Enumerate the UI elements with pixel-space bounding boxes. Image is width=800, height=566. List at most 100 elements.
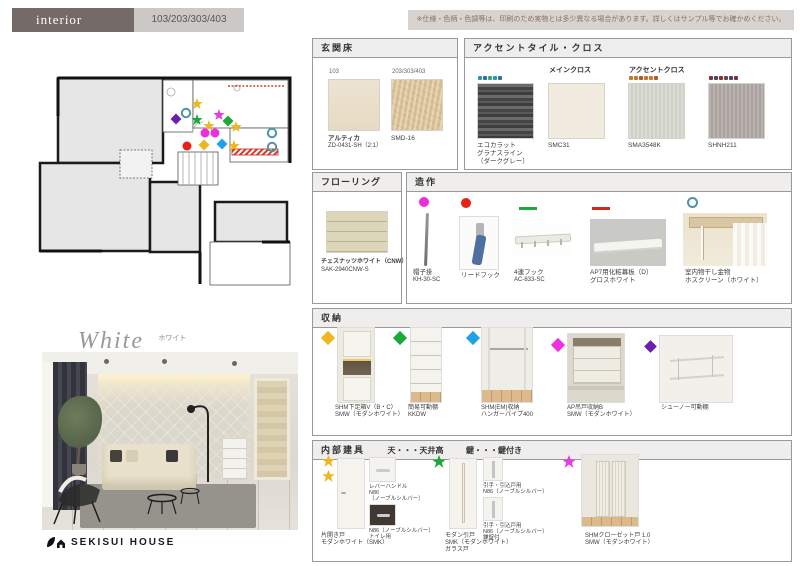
marker-purple-diamond xyxy=(644,340,657,353)
item-name: 室内物干し金物 xyxy=(685,269,731,276)
section-fixtures: 造作 帽子掛 KH-30-SC リードフック 4連フック AC-833-SC A… xyxy=(406,172,792,304)
marker-red-circle xyxy=(461,198,471,208)
style-name-en: White xyxy=(78,328,144,354)
fascia-board-image xyxy=(590,219,666,266)
sliding-door-image xyxy=(449,458,477,529)
material-code: SMA3548K xyxy=(628,142,661,149)
section-title: 玄関床 xyxy=(313,39,457,58)
header-disclaimer: ※仕様・色柄・色調等は、印刷のため実物とは多少異なる場合があります。詳しくはサン… xyxy=(408,10,794,30)
marker-magenta-diamond xyxy=(550,337,566,353)
door-color: モダンホワイト（SMK） xyxy=(321,540,389,546)
sekisui-house-icon xyxy=(47,537,65,548)
marker-red-line xyxy=(592,207,610,210)
item-name: リードフック xyxy=(461,272,500,279)
page-title: interior xyxy=(36,12,83,27)
section-storage: 収納 SHM下足箱V（B・C） SMW（モダンホワイト） 簡易可動棚 KKDW … xyxy=(312,308,792,436)
legend-lock: 鍵・・・鍵付き xyxy=(466,446,523,455)
section-title: アクセントタイル・クロス xyxy=(465,39,791,58)
item-color: SMW（モダンホワイト） xyxy=(567,412,636,418)
header-units-box: 103/203/303/403 xyxy=(134,8,244,32)
brand-name: SEKISUI HOUSE xyxy=(71,537,176,548)
item-name: 帽子掛 xyxy=(413,269,433,276)
lever-handle-image xyxy=(369,457,396,482)
material-code: SMC31 xyxy=(548,142,570,149)
marker-green-line xyxy=(519,207,537,210)
header-title-box: interior xyxy=(12,8,134,32)
closet-hanger-image xyxy=(481,327,533,403)
brand-logo: SEKISUI HOUSE xyxy=(46,536,175,549)
column-header: メインクロス xyxy=(549,67,591,74)
item-code: KKDW xyxy=(408,412,426,418)
material-code: SHNH211 xyxy=(708,142,737,149)
unit-label: 103 xyxy=(329,69,340,75)
column-header: アクセントクロス xyxy=(629,67,685,74)
section-flooring: フローリング チェスナッツホワイト（CNW） SAK-2940CNW-S xyxy=(312,172,407,304)
item-name: AP7用化粧幕板（D） xyxy=(590,269,653,276)
style-name-jp: ホワイト xyxy=(158,335,187,342)
material-name: グラナスライン xyxy=(477,150,523,157)
item-color: ホスクリーン（ホワイト） xyxy=(685,277,763,284)
item-name: シューノー可動棚 xyxy=(661,405,709,411)
item-code: AC-833-SC xyxy=(514,277,545,283)
adjustable-shelf-image xyxy=(410,327,442,403)
item-color: グロスホワイト xyxy=(590,277,636,284)
section-title-text: 内部建具 xyxy=(321,445,366,455)
item-code: KH-30-SC xyxy=(413,277,441,283)
material-code: SAK-2940CNW-S xyxy=(321,267,369,273)
door-pull-lock-image xyxy=(483,497,503,521)
main-cloth-swatch xyxy=(548,83,605,139)
floor-plan xyxy=(38,76,292,286)
accent-cloth-swatch-1 xyxy=(628,83,685,139)
section-interior-fittings: 内部建具 天・・・天井高 鍵・・・鍵付き レバーハンドル N86 （ノーブルシル… xyxy=(312,440,792,562)
hoscreen-image xyxy=(683,213,767,266)
photo-furniture-lines xyxy=(53,405,209,525)
section-title: 収納 xyxy=(313,309,791,328)
item-name: 4連フック xyxy=(514,269,544,276)
pull-code: N86（ノーブルシルバー） xyxy=(483,489,548,495)
door-pull-image xyxy=(483,457,503,481)
marker-magenta-circle xyxy=(419,197,429,207)
section-title: フローリング xyxy=(313,173,401,192)
hinged-door-image xyxy=(337,458,365,529)
hat-hook-image xyxy=(424,212,429,267)
tile-location-dots xyxy=(478,76,502,80)
four-hook-rail-image xyxy=(512,225,572,255)
interior-spec-sheet: interior 103/203/303/403 ※仕様・色柄・色調等は、印刷の… xyxy=(0,0,800,566)
marker-teal-ring xyxy=(687,197,698,208)
wall-shelf-image xyxy=(659,335,733,403)
section-entrance-floor: 玄関床 103 アルティカ ZD-0431-SH（2:1） 203/303/40… xyxy=(312,38,458,170)
section-accent-tile-cloth: アクセントタイル・クロス エコカラット グラナスライン （ダークグレー） メイン… xyxy=(464,38,792,170)
material-name: チェスナッツホワイト（CNW） xyxy=(321,259,408,265)
lead-hook-image xyxy=(459,216,499,270)
door-color: SMW（モダンホワイト） xyxy=(585,540,654,546)
ecocarat-swatch xyxy=(477,83,534,139)
toilet-handle-image xyxy=(369,504,396,526)
material-name: （ダークグレー） xyxy=(477,158,529,165)
unit-label: 203/303/403 xyxy=(392,69,426,75)
item-spec: ハンガーパイプ400 xyxy=(481,412,533,418)
item-color: SMW（モダンホワイト） xyxy=(335,412,404,418)
material-name: アルティカ xyxy=(328,135,361,142)
shoe-cabinet-image xyxy=(337,327,375,403)
material-name: SMD-16 xyxy=(391,135,415,142)
handle-color: （ノーブルシルバー） xyxy=(369,496,424,502)
material-name: エコカラット xyxy=(477,142,516,149)
entrance-swatch-103 xyxy=(328,79,380,131)
door-type: ガラス戸 xyxy=(445,547,469,553)
marker-gold-star xyxy=(322,470,335,482)
hanging-cabinet-image xyxy=(567,333,625,403)
tile-location-dots xyxy=(629,76,658,80)
closet-door-image xyxy=(581,454,639,527)
style-title: White ホワイト xyxy=(78,328,186,355)
tile-location-dots xyxy=(709,76,738,80)
accent-cloth-swatch-2 xyxy=(708,83,765,139)
entrance-swatch-203 xyxy=(391,79,443,131)
section-title: 造作 xyxy=(407,173,791,192)
marker-green-diamond xyxy=(392,330,408,346)
marker-cyan-diamond xyxy=(465,330,481,346)
material-code: ZD-0431-SH（2:1） xyxy=(328,143,383,149)
disclaimer-text: ※仕様・色柄・色調等は、印刷のため実物とは多少異なる場合があります。詳しくはサン… xyxy=(416,16,786,23)
legend-ceiling: 天・・・天井高 xyxy=(387,446,444,455)
interior-photo xyxy=(42,352,298,530)
unit-numbers: 103/203/303/403 xyxy=(151,14,227,25)
